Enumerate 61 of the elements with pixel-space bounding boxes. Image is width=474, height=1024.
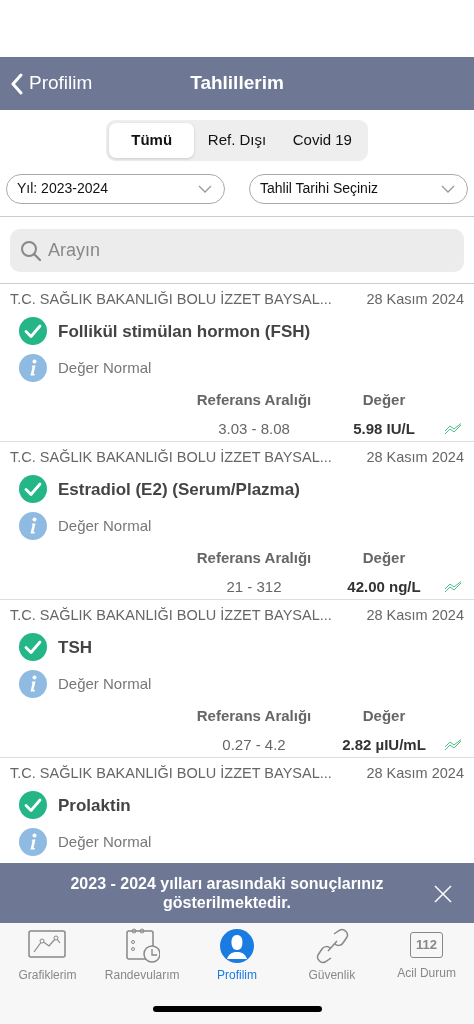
tab-bar-item[interactable]: Randevularım	[94, 923, 190, 1024]
result-date: 28 Kasım 2024	[366, 605, 464, 625]
institution-name: T.C. SAĞLIK BAKANLIĞI BOLU İZZET BAYSAL...	[10, 763, 332, 783]
info-icon	[18, 353, 48, 384]
institution-name: T.C. SAĞLIK BAKANLIĞI BOLU İZZET BAYSAL...	[10, 289, 332, 309]
profile-icon	[219, 928, 255, 964]
test-name: TSH	[58, 636, 92, 659]
page-title: Tahlillerim	[190, 72, 284, 95]
institution-name: T.C. SAĞLIK BAKANLIĞI BOLU İZZET BAYSAL...	[10, 605, 332, 625]
tab-bar-item[interactable]: 112 Acil Durum	[379, 923, 474, 1024]
emergency-number-icon: 112	[410, 932, 444, 958]
trend-icon	[444, 423, 462, 435]
chevron-down-icon	[198, 184, 212, 193]
trend-icon	[444, 739, 462, 751]
status-text: Değer Normal	[58, 674, 152, 694]
tab-bar-item[interactable]: Grafiklerim	[0, 923, 95, 1024]
status-text: Değer Normal	[58, 516, 152, 536]
column-label: Referans Aralığı	[195, 706, 313, 727]
trend-icon	[444, 581, 462, 593]
result-date: 28 Kasım 2024	[366, 447, 464, 467]
institution-name: T.C. SAĞLIK BAKANLIĞI BOLU İZZET BAYSAL...	[10, 447, 332, 467]
status-text: Değer Normal	[58, 832, 152, 852]
info-icon	[18, 511, 48, 542]
segment-tab[interactable]: Covid 19	[279, 123, 365, 158]
result-value: 5.98 IU/L	[352, 418, 416, 439]
back-button[interactable]: Profilim	[0, 68, 99, 99]
tab-bar-item[interactable]: Güvenlik	[284, 923, 380, 1024]
dropdown[interactable]: Yıl: 2023-2024	[6, 173, 225, 204]
column-label: Referans Aralığı	[195, 390, 313, 411]
test-name: Follikül stimülan hormon (FSH)	[58, 320, 311, 343]
result-date: 28 Kasım 2024	[366, 763, 464, 783]
column-label: Değer	[361, 706, 407, 727]
reference-range: 21 - 312	[225, 576, 283, 597]
column-label: Değer	[361, 548, 407, 569]
tab-bar-item[interactable]: Profilim	[189, 923, 285, 1024]
result-value: 42.00 ng/L	[346, 576, 422, 597]
status-text: Değer Normal	[58, 358, 152, 378]
calendar-clock-icon	[124, 928, 161, 964]
segment-tab[interactable]: Tümü	[109, 123, 195, 158]
result-date: 28 Kasım 2024	[366, 289, 464, 309]
column-label: Referans Aralığı	[195, 548, 313, 569]
check-circle-icon	[18, 632, 48, 663]
info-icon	[18, 827, 48, 858]
test-name: Prolaktin	[58, 794, 131, 817]
check-circle-icon	[18, 790, 48, 821]
search-icon	[20, 239, 42, 262]
info-icon	[18, 669, 48, 700]
chevron-down-icon	[441, 184, 455, 193]
search-field[interactable]: Arayın	[10, 228, 464, 272]
dropdown[interactable]: Tahlil Tarihi Seçiniz	[249, 173, 468, 204]
reference-range: 3.03 - 8.08	[217, 418, 291, 439]
back-icon	[10, 72, 23, 95]
close-icon	[434, 884, 452, 903]
check-circle-icon	[18, 316, 48, 347]
banner-text: 2023 - 2024 yılları arasındaki sonuçlarınız gösterilmektedir.	[69, 873, 385, 913]
test-name: Estradiol (E2) (Serum/Plazma)	[58, 478, 300, 501]
check-circle-icon	[18, 474, 48, 505]
reference-range: 0.27 - 4.2	[221, 734, 287, 755]
column-label: Değer	[361, 390, 407, 411]
segment-tab[interactable]: Ref. Dışı	[194, 123, 280, 158]
result-value: 2.82 µIU/mL	[341, 734, 427, 755]
